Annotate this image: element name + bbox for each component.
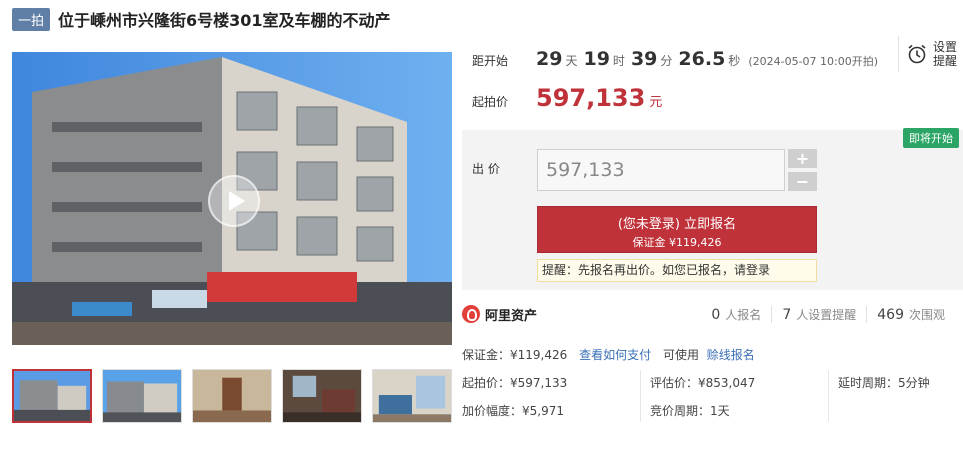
thumbnail-1[interactable] — [12, 369, 92, 423]
start-price-row: 起拍价 597,133 元 — [472, 84, 662, 112]
page-title: 位于嵊州市兴隆街6号楼301室及车棚的不动产 — [58, 11, 391, 30]
countdown-label: 距开始 — [472, 54, 509, 68]
signup-tip: 提醒：先报名再出价。如您已报名，请登录 — [537, 259, 817, 282]
thumbnail-building-icon — [14, 371, 90, 421]
countdown-days-unit: 天 — [565, 54, 578, 68]
status-badge: 即将开始 — [903, 128, 959, 148]
deposit-amount: 保证金：¥119,426 — [462, 348, 568, 362]
info-delay-cycle: 延时周期：5分钟 — [838, 376, 930, 390]
thumbnail-5[interactable] — [372, 369, 452, 423]
countdown: 距开始 29 天 19 时 39 分 26.5 秒 (2024-05-07 10… — [472, 48, 878, 70]
login-link[interactable]: 登录 — [746, 263, 770, 277]
play-video-button[interactable] — [208, 175, 260, 227]
stat-reminders-unit: 人设置提醒 — [796, 307, 857, 322]
auction-round-tag: 一拍 — [12, 7, 51, 31]
signup-button-label: (您未登录) 立即报名 — [617, 217, 737, 232]
bid-amount-input[interactable]: 597,133 — [537, 149, 785, 191]
start-price-value: 597,133 — [536, 84, 646, 112]
info-start-price: 起拍价：¥597,133 — [462, 376, 568, 390]
info-divider — [640, 370, 641, 422]
stat-signups-count: 0 — [711, 306, 721, 323]
platform-logo[interactable]: 阿里资产 — [462, 305, 537, 324]
thumbnail-room-icon — [283, 370, 361, 422]
auction-stats: 0 人报名 7 人设置提醒 469 次围观 — [701, 302, 955, 326]
alibaba-assets-logo-icon — [462, 305, 480, 323]
bid-label: 出 价 — [472, 162, 500, 176]
countdown-seconds-unit: 秒 — [728, 54, 741, 68]
stat-reminders-count: 7 — [782, 306, 792, 323]
stat-views: 469 次围观 — [866, 305, 955, 323]
start-price-unit: 元 — [649, 95, 663, 110]
increase-bid-button[interactable]: + — [788, 149, 817, 168]
main-photo[interactable] — [12, 52, 452, 345]
stat-views-unit: 次围观 — [908, 307, 945, 322]
countdown-hours: 19 — [583, 48, 610, 70]
stat-signups-unit: 人报名 — [725, 307, 762, 322]
thumbnail-room-icon — [373, 370, 451, 422]
countdown-seconds: 26.5 — [678, 48, 726, 70]
set-reminder-button[interactable]: 设置提醒 — [898, 36, 962, 72]
info-appraisal-price: 评估价：¥853,047 — [650, 376, 756, 390]
countdown-minutes: 39 — [630, 48, 658, 70]
countdown-hours-unit: 时 — [612, 54, 625, 68]
stat-signups: 0 人报名 — [701, 306, 771, 323]
signup-button[interactable]: (您未登录) 立即报名 保证金 ¥119,426 — [537, 206, 817, 253]
bid-panel: 即将开始 出 价 597,133 + − (您未登录) 立即报名 保证金 ¥11… — [462, 128, 963, 290]
decrease-bid-button[interactable]: − — [788, 172, 817, 191]
thumbnail-room-icon — [193, 370, 271, 422]
deposit-row: 保证金：¥119,426 查看如何支付 可使用 赊线报名 — [462, 346, 755, 363]
credit-signup-link[interactable]: 赊线报名 — [707, 348, 755, 362]
thumbnail-strip — [12, 369, 462, 423]
thumbnail-2[interactable] — [102, 369, 182, 423]
signup-deposit-label: 保证金 ¥119,426 — [632, 236, 722, 249]
set-reminder-label: 设置提醒 — [933, 40, 958, 68]
stat-reminders: 7 人设置提醒 — [771, 305, 866, 323]
deposit-option-text: 可使用 — [662, 348, 699, 362]
thumbnail-4[interactable] — [282, 369, 362, 423]
signup-tip-text: 提醒：先报名再出价。如您已报名，请 — [542, 263, 747, 277]
alarm-clock-icon — [908, 44, 926, 64]
info-bid-cycle: 竞价周期：1天 — [650, 404, 730, 418]
auction-info-grid: 起拍价：¥597,133 评估价：¥853,047 延时周期：5分钟 加价幅度：… — [462, 368, 963, 424]
platform-row: 阿里资产 0 人报名 7 人设置提醒 469 次围观 — [462, 302, 963, 326]
stat-views-count: 469 — [877, 306, 904, 323]
countdown-minutes-unit: 分 — [660, 54, 673, 68]
info-bid-increment: 加价幅度：¥5,971 — [462, 404, 564, 418]
start-price-label: 起拍价 — [472, 95, 509, 109]
thumbnail-3[interactable] — [192, 369, 272, 423]
how-to-pay-link[interactable]: 查看如何支付 — [579, 348, 651, 362]
countdown-days: 29 — [536, 48, 563, 70]
platform-name: 阿里资产 — [485, 308, 538, 324]
info-divider — [828, 370, 829, 422]
auction-start-time: (2024-05-07 10:00开拍) — [748, 55, 879, 68]
thumbnail-building-icon — [103, 370, 181, 422]
play-icon — [228, 191, 245, 211]
header: 一拍 位于嵊州市兴隆街6号楼301室及车棚的不动产 — [12, 7, 391, 31]
